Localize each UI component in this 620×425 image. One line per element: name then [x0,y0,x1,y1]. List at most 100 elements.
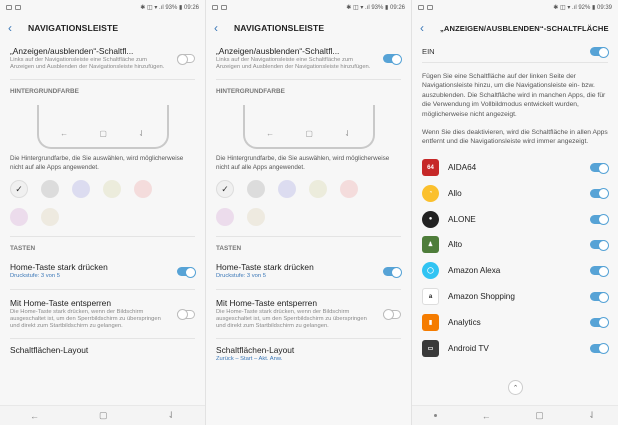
home-press-toggle[interactable] [177,266,196,278]
section-hintergrundfarbe: HINTERGRUNDFARBE [10,79,195,97]
app-name: Amazon Alexa [448,266,501,276]
app-row[interactable]: ◯ Amazon Alexa [422,258,609,284]
bg-color-desc: Die Hintergrundfarbe, die Sie auswählen,… [216,155,390,171]
color-swatch[interactable] [41,208,59,227]
show-hide-setting[interactable]: „Anzeigen/ausblenden“-Schaltfl... Links … [10,42,195,75]
color-swatch[interactable] [134,180,152,199]
status-bar: ✱ ◫ ▾ .ıl 93% ▮ 09:26 [0,0,205,14]
navigation-bar: ← ▢ ⇃ [412,405,618,425]
status-indicators: ✱ ◫ ▾ .ıl 93% ▮ 09:26 [346,4,405,11]
show-hide-title: „Anzeigen/ausblenden“-Schaltfl... [10,46,134,56]
screen-navigationsleiste-1: ✱ ◫ ▾ .ıl 93% ▮ 09:26 ‹ NAVIGATIONSLEIST… [0,0,206,425]
navbar-preview: ← ▢ ⇃ [36,105,169,150]
alone-icon: ● [422,210,439,228]
app-toggle[interactable] [590,317,609,329]
status-indicators: ✱ ◫ ▾ .ıl 93% ▮ 09:26 [140,4,199,11]
master-switch-row[interactable]: EIN [422,42,609,63]
back-arrow-icon[interactable]: ‹ [8,22,28,34]
app-row[interactable]: ● ALONE [422,206,609,232]
nav-home-icon[interactable]: ▢ [535,410,544,421]
color-swatches: ✓ [10,180,180,227]
app-row[interactable]: ▮ Analytics [422,309,609,335]
color-swatches: ✓ [216,180,386,227]
app-row[interactable]: ◔ Allo [422,180,609,206]
show-hide-toggle[interactable] [383,53,402,65]
nav-back-icon[interactable]: ← [482,411,491,421]
home-press-setting[interactable]: Home-Taste stark drücken Druckstufe: 3 v… [10,254,196,284]
show-hide-title: „Anzeigen/ausblenden“-Schaltfl... [216,46,340,56]
description-paragraph-1: Fügen Sie eine Schaltfläche auf der link… [422,73,606,118]
back-arrow-icon[interactable]: ‹ [214,22,234,34]
section-hintergrundfarbe: HINTERGRUNDFARBE [216,79,401,97]
color-swatch[interactable] [340,180,358,199]
amazon-icon: a [422,288,439,305]
home-unlock-setting[interactable]: Mit Home-Taste entsperren Die Home-Taste… [10,290,195,335]
app-toggle[interactable] [590,162,609,174]
color-swatch[interactable] [247,180,265,199]
status-bar: ✱ ◫ ▾ .ıl 92% ▮ 09:39 [412,0,618,14]
app-row[interactable]: 64 AIDA64 [422,155,609,181]
checkmark-icon: ✓ [15,183,23,194]
navigation-bar: ← ▢ ⇃ [0,405,205,425]
notification-icon [212,4,218,10]
home-unlock-title: Mit Home-Taste entsperren [216,297,318,308]
color-swatch[interactable] [278,180,296,199]
app-row[interactable]: a Amazon Shopping [422,284,609,310]
app-toggle[interactable] [590,188,609,200]
nav-recent-icon[interactable]: ⇃ [588,410,596,421]
color-swatch[interactable] [41,180,59,199]
app-toggle[interactable] [590,239,609,251]
app-row[interactable]: ♟ Alto [422,232,609,258]
app-toggle[interactable] [590,291,609,303]
button-layout-setting[interactable]: Schaltflächen-Layout [10,339,195,359]
home-icon: ▢ [99,128,107,138]
home-unlock-toggle[interactable] [382,309,401,321]
home-press-title: Home-Taste stark drücken [10,262,108,273]
color-swatch[interactable] [10,208,28,227]
app-row[interactable]: ▭ Android TV [422,335,609,361]
button-layout-value: Zurück – Start – Akt. Anw. [216,356,283,363]
home-press-level: Druckstufe: 3 von 5 [10,273,60,280]
home-unlock-toggle[interactable] [176,309,195,321]
app-name: Allo [448,188,462,198]
back-icon: ← [60,128,69,138]
show-hide-desc: Links auf der Navigationsleiste eine Sch… [10,57,165,71]
show-hide-toggle[interactable] [176,54,195,66]
alexa-icon: ◯ [422,262,439,280]
screen-show-hide-button: ✱ ◫ ▾ .ıl 92% ▮ 09:39 ‹ „ANZEIGEN/AUSBLE… [412,0,618,425]
master-switch-toggle[interactable] [590,46,609,58]
scroll-to-top-button[interactable]: ⌃ [508,380,523,395]
app-name: ALONE [448,214,476,224]
color-swatch[interactable] [309,180,327,199]
show-hide-setting[interactable]: „Anzeigen/ausblenden“-Schaltfl... Links … [216,42,402,75]
color-swatch[interactable] [72,180,90,199]
notification-icon [6,4,12,10]
nav-home-icon[interactable]: ▢ [99,410,108,421]
app-toggle[interactable] [590,214,609,226]
home-press-setting[interactable]: Home-Taste stark drücken Druckstufe: 3 v… [216,254,402,284]
color-swatch[interactable] [103,180,121,199]
back-arrow-icon[interactable]: ‹ [420,22,440,34]
notification-icon [418,4,424,10]
image-icon [427,4,433,10]
bg-color-desc: Die Hintergrundfarbe, die Sie auswählen,… [10,155,184,171]
button-layout-title: Schaltflächen-Layout [216,345,295,356]
nav-recent-icon[interactable]: ⇃ [167,410,175,421]
section-tasten: TASTEN [10,236,195,254]
color-swatch[interactable] [247,208,265,227]
page-title: „ANZEIGEN/AUSBLENDEN“-SCHALTFLÄCHE [440,23,609,33]
button-layout-setting[interactable]: Schaltflächen-Layout Zurück – Start – Ak… [216,339,401,367]
nav-back-icon[interactable]: ← [30,411,39,421]
color-swatch[interactable] [216,208,234,227]
app-toggle[interactable] [590,343,609,355]
header: ‹ NAVIGATIONSLEISTE [0,14,205,42]
color-swatch-selected[interactable]: ✓ [216,180,234,199]
app-toggle[interactable] [590,265,609,277]
home-press-toggle[interactable] [383,266,402,278]
color-swatch-selected[interactable]: ✓ [10,180,28,199]
app-name: Amazon Shopping [448,292,515,301]
show-hide-dot-icon[interactable] [434,414,438,417]
recent-apps-icon: ⇃ [344,128,351,138]
app-name: Android TV [448,343,489,353]
home-unlock-setting[interactable]: Mit Home-Taste entsperren Die Home-Taste… [216,290,401,335]
